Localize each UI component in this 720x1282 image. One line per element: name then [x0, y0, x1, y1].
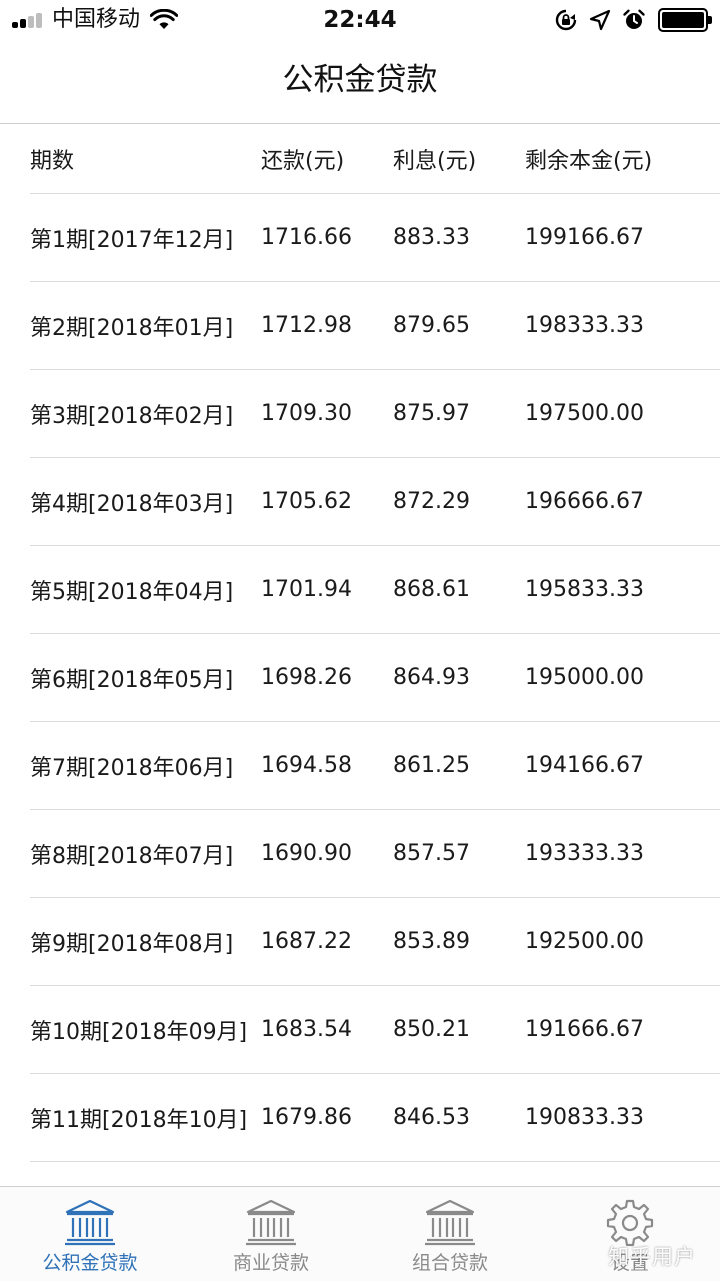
remaining-principal-cell: 194166.67: [525, 753, 644, 778]
status-bar: 中国移动 22:44: [0, 0, 720, 40]
tab-commercial-loan[interactable]: 商业贷款: [186, 1187, 356, 1282]
period-cell: 第8期[2018年07月]: [30, 843, 234, 869]
payment-cell: 1694.58: [261, 753, 352, 778]
period-cell: 第3期[2018年02月]: [30, 403, 234, 429]
table-row: 第2期[2018年01月] 1712.98 879.65 198333.33: [30, 282, 720, 370]
table-row: 第3期[2018年02月] 1709.30 875.97 197500.00: [30, 370, 720, 458]
table-row: 第6期[2018年05月] 1698.26 864.93 195000.00: [30, 634, 720, 722]
remaining-principal-cell: 193333.33: [525, 841, 644, 866]
column-header-interest: 利息(元): [393, 148, 477, 174]
payment-cell: 1690.90: [261, 841, 352, 866]
payment-cell: 1687.22: [261, 929, 352, 954]
page-title: 公积金贷款: [282, 62, 438, 98]
battery-icon: [658, 8, 712, 32]
bank-icon: [65, 1199, 115, 1246]
remaining-principal-cell: 192500.00: [525, 929, 644, 954]
interest-cell: 861.25: [393, 753, 470, 778]
interest-cell: 883.33: [393, 225, 470, 250]
payment-cell: 1701.94: [261, 577, 352, 602]
interest-cell: 872.29: [393, 489, 470, 514]
period-cell: 第1期[2017年12月]: [30, 227, 234, 253]
navigation-header: 公积金贷款: [0, 40, 720, 124]
period-cell: 第6期[2018年05月]: [30, 667, 234, 693]
payment-cell: 1705.62: [261, 489, 352, 514]
period-cell: 第10期[2018年09月]: [30, 1019, 248, 1045]
remaining-principal-cell: 196666.67: [525, 489, 644, 514]
payment-cell: 1698.26: [261, 665, 352, 690]
period-cell: 第2期[2018年01月]: [30, 315, 234, 341]
table-row: 第11期[2018年10月] 1679.86 846.53 190833.33: [30, 1074, 720, 1162]
table-row: 第8期[2018年07月] 1690.90 857.57 193333.33: [30, 810, 720, 898]
watermark: 知乎用户: [608, 1245, 696, 1269]
tab-label: 组合贷款: [411, 1252, 488, 1274]
status-right: [544, 6, 712, 34]
gear-icon: [606, 1199, 654, 1247]
table-header-row: 期数 还款(元) 利息(元) 剩余本金(元): [30, 124, 720, 194]
interest-cell: 850.21: [393, 1017, 470, 1042]
tab-label: 商业贷款: [232, 1252, 309, 1274]
period-cell: 第11期[2018年10月]: [30, 1107, 248, 1133]
payment-cell: 1712.98: [261, 313, 352, 338]
table-row: 第7期[2018年06月] 1694.58 861.25 194166.67: [30, 722, 720, 810]
remaining-principal-cell: 198333.33: [525, 313, 644, 338]
rotation-lock-icon: [555, 9, 577, 31]
interest-cell: 864.93: [393, 665, 470, 690]
column-header-period: 期数: [30, 148, 75, 174]
bank-icon: [425, 1199, 475, 1246]
payment-cell: 1716.66: [261, 225, 352, 250]
payment-cell: 1679.86: [261, 1105, 352, 1130]
period-cell: 第4期[2018年03月]: [30, 491, 234, 517]
table-row: 第1期[2017年12月] 1716.66 883.33 199166.67: [30, 194, 720, 282]
interest-cell: 857.57: [393, 841, 470, 866]
column-header-remaining-principal: 剩余本金(元): [525, 148, 653, 174]
tab-label: 公积金贷款: [42, 1252, 138, 1274]
period-cell: 第9期[2018年08月]: [30, 931, 234, 957]
table-row: 第10期[2018年09月] 1683.54 850.21 191666.67: [30, 986, 720, 1074]
table-row: 第9期[2018年08月] 1687.22 853.89 192500.00: [30, 898, 720, 986]
tab-provident-fund-loan[interactable]: 公积金贷款: [5, 1187, 175, 1282]
table-row: 第4期[2018年03月] 1705.62 872.29 196666.67: [30, 458, 720, 546]
payment-cell: 1709.30: [261, 401, 352, 426]
alarm-icon: [623, 9, 645, 29]
interest-cell: 875.97: [393, 401, 470, 426]
interest-cell: 879.65: [393, 313, 470, 338]
remaining-principal-cell: 197500.00: [525, 401, 644, 426]
tab-combination-loan[interactable]: 组合贷款: [365, 1187, 535, 1282]
remaining-principal-cell: 195833.33: [525, 577, 644, 602]
repayment-schedule-table[interactable]: 期数 还款(元) 利息(元) 剩余本金(元) 第1期[2017年12月] 171…: [0, 124, 720, 1186]
period-cell: 第7期[2018年06月]: [30, 755, 234, 781]
remaining-principal-cell: 199166.67: [525, 225, 644, 250]
payment-cell: 1683.54: [261, 1017, 352, 1042]
bank-icon: [246, 1199, 296, 1246]
table-row: 第5期[2018年04月] 1701.94 868.61 195833.33: [30, 546, 720, 634]
interest-cell: 868.61: [393, 577, 470, 602]
remaining-principal-cell: 195000.00: [525, 665, 644, 690]
column-header-payment: 还款(元): [261, 148, 345, 174]
location-icon: [589, 9, 611, 31]
interest-cell: 846.53: [393, 1105, 470, 1130]
interest-cell: 853.89: [393, 929, 470, 954]
remaining-principal-cell: 190833.33: [525, 1105, 644, 1130]
period-cell: 第5期[2018年04月]: [30, 579, 234, 605]
remaining-principal-cell: 191666.67: [525, 1017, 644, 1042]
